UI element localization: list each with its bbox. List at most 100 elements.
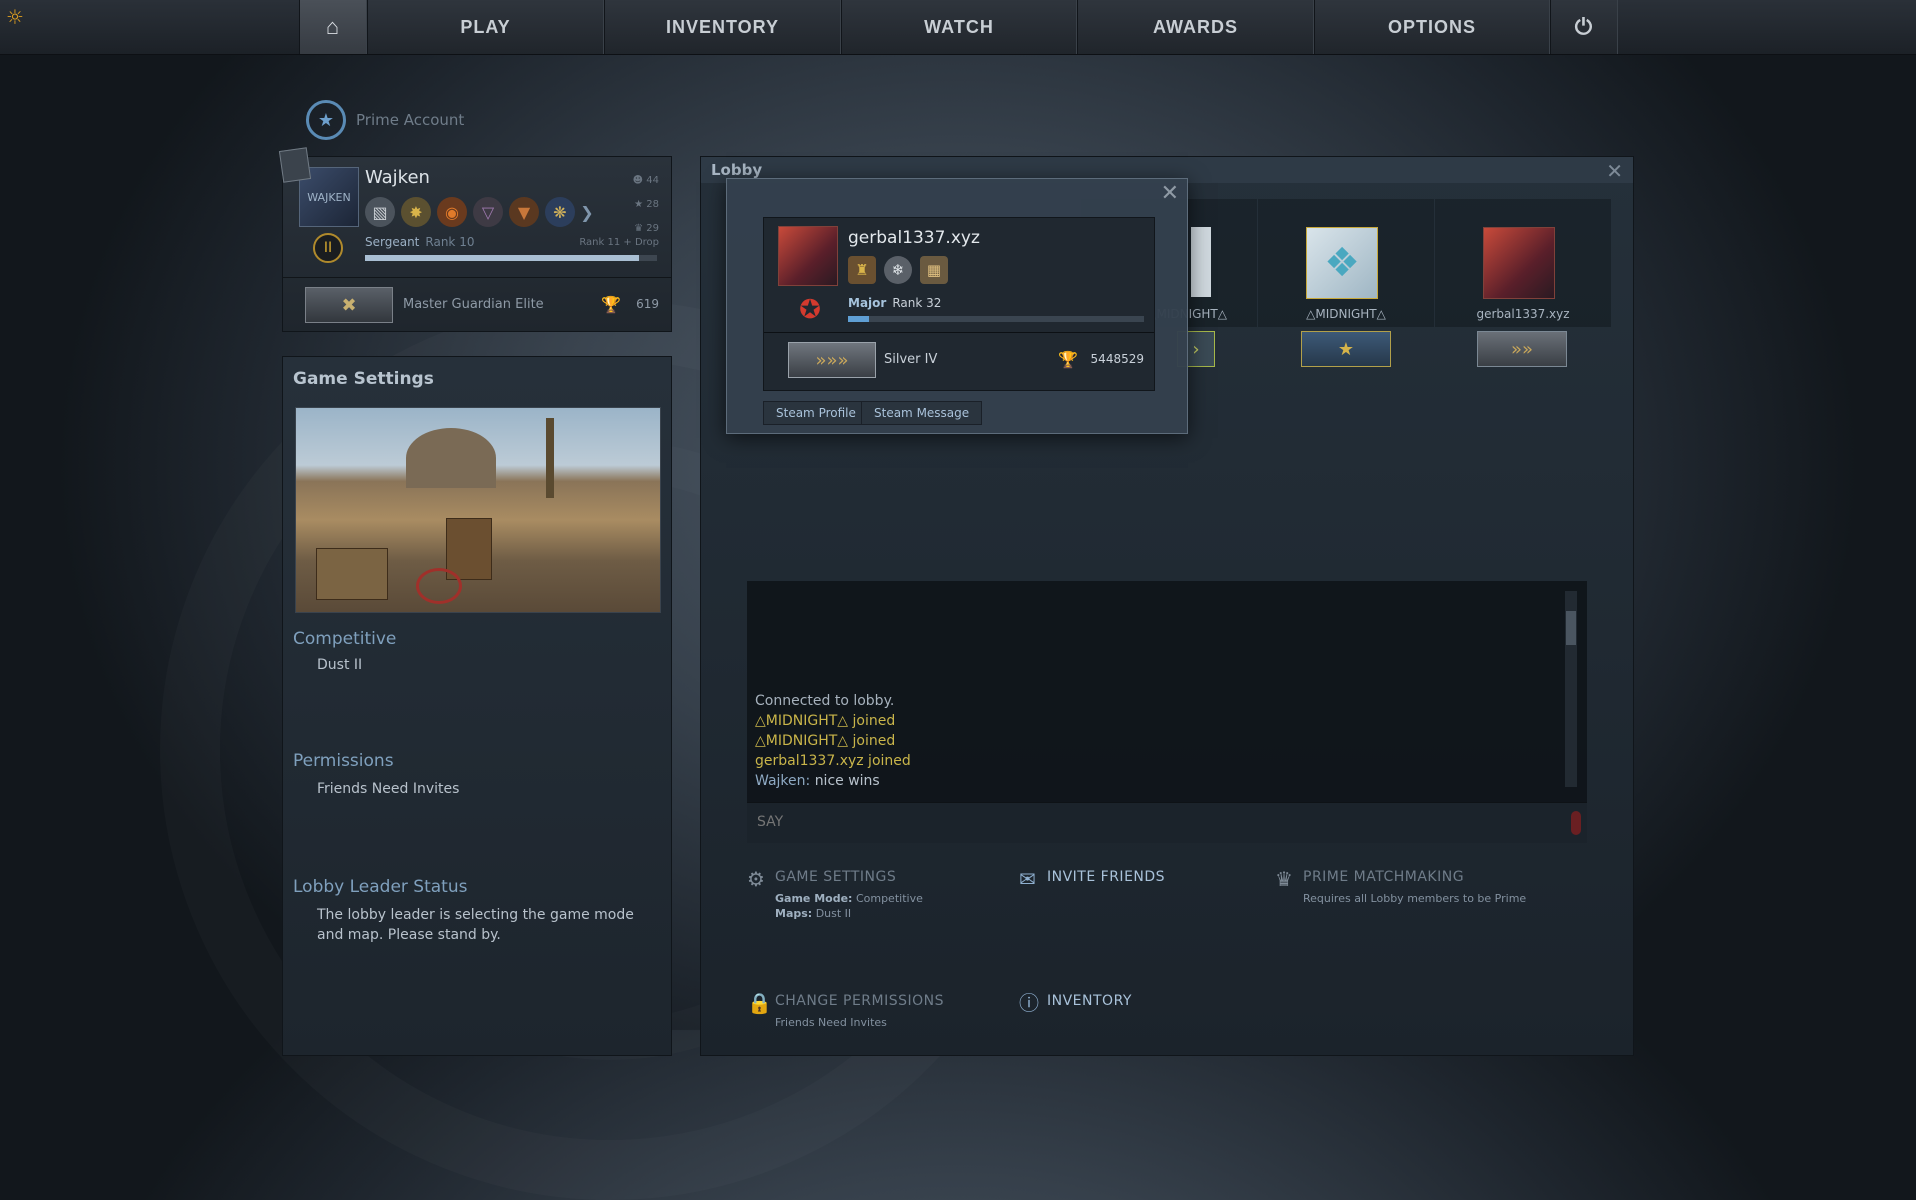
chevron-right-icon[interactable]: ❯	[580, 197, 593, 227]
map-palm-shape	[546, 418, 554, 498]
map-dome-shape	[406, 428, 496, 488]
stat-value: 44	[646, 175, 659, 186]
chat-scroll-thumb[interactable]	[1566, 611, 1576, 645]
xp-progress-bar	[848, 316, 1144, 322]
csgo-logo-icon[interactable]: ☼	[6, 6, 28, 28]
rank-level: Rank 32	[892, 296, 942, 310]
medal-coin-icon[interactable]: ❄	[884, 256, 912, 284]
say-input[interactable]	[755, 813, 1539, 831]
mode-value: Competitive	[855, 892, 923, 905]
info-icon: ⓘ	[1019, 991, 1039, 1015]
sergeant-rank-icon: II	[313, 233, 343, 263]
player-slot-name: gerbal1337.xyz	[1476, 307, 1570, 321]
envelope-icon: ✉	[1019, 867, 1036, 891]
chat-line: gerbal1337.xyz joined	[755, 753, 911, 769]
medal-map-icon[interactable]: ▦	[920, 256, 948, 284]
chat-line: Connected to lobby.	[755, 693, 895, 709]
invite-friends-button[interactable]: ✉ INVITE FRIENDS	[1019, 869, 1165, 889]
maps-label: Maps:	[775, 907, 813, 920]
game-settings-action[interactable]: ⚙ GAME SETTINGS Game Mode: Competitive M…	[747, 869, 923, 921]
trophy-icon: 🏆	[1058, 350, 1078, 369]
mode-label: Game Mode:	[775, 892, 853, 905]
close-icon[interactable]: ✕	[1161, 181, 1179, 206]
popup-rank-label: Major Rank 32	[848, 296, 941, 310]
chat-author: Wajken:	[755, 773, 811, 789]
nav-watch[interactable]: WATCH	[841, 0, 1077, 54]
rank-level: Rank 10	[425, 235, 475, 249]
divider	[764, 332, 1154, 333]
medal-operation-icon[interactable]: ♜	[848, 256, 876, 284]
xp-progress-fill	[848, 316, 869, 322]
action-label: GAME SETTINGS	[775, 869, 897, 885]
mic-icon[interactable]	[1571, 811, 1581, 835]
skill-group-badge-icon: ★	[1301, 331, 1391, 367]
xp-progress-bar	[365, 255, 657, 261]
skill-group-badge-icon: »»»	[788, 342, 876, 378]
game-settings-title: Game Settings	[293, 369, 434, 389]
skill-group-badge-icon: ✖	[305, 287, 393, 323]
nav-awards[interactable]: AWARDS	[1077, 0, 1314, 54]
rank-title: Major	[848, 296, 887, 310]
xp-progress-fill	[365, 255, 640, 261]
medal-triangle-icon[interactable]: ▽	[473, 197, 503, 227]
medal-coin-icon[interactable]: ▧	[365, 197, 395, 227]
player-profile-popup: ✕ gerbal1337.xyz ♜ ❄ ▦ ✪ Major Rank 32 »»…	[726, 178, 1188, 434]
close-icon[interactable]: ✕	[1606, 159, 1623, 183]
popup-player-name: gerbal1337.xyz	[848, 228, 980, 248]
inventory-button[interactable]: ⓘ INVENTORY	[1019, 993, 1132, 1013]
rank-drop: Rank 11 + Drop	[579, 237, 659, 248]
permissions-heading: Permissions	[293, 751, 394, 771]
stat-value: 28	[646, 199, 659, 210]
chat-message: nice wins	[814, 773, 880, 789]
say-bar	[747, 802, 1587, 843]
steam-message-button[interactable]: Steam Message	[861, 401, 983, 425]
lobby-chat: Connected to lobby. △MIDNIGHT△ joined △M…	[747, 581, 1587, 843]
home-icon[interactable]: ⌂	[299, 0, 367, 54]
popup-player-card: gerbal1337.xyz ♜ ❄ ▦ ✪ Major Rank 32 »»» …	[763, 217, 1155, 391]
nav-play[interactable]: PLAY	[367, 0, 604, 54]
profile-card[interactable]: WAJKEN Wajken ▧ ✸ ◉ ▽ ▼ ❋ ❯ ☻ 44 ★ 28 ♛ …	[278, 147, 672, 332]
avatar[interactable]: ❖	[1306, 227, 1378, 299]
action-sub: Requires all Lobby members to be Prime	[1303, 892, 1527, 905]
map-crate-shape	[316, 548, 388, 600]
player-slot[interactable]: gerbal1337.xyz	[1435, 199, 1611, 327]
chat-scrollbar[interactable]	[1565, 591, 1577, 787]
skill-group-name: Master Guardian Elite	[403, 297, 544, 312]
leader-status-heading: Lobby Leader Status	[293, 877, 468, 897]
prime-shield-icon: ★	[306, 100, 346, 140]
player-slot-name: △MIDNIGHT△	[1306, 307, 1386, 321]
chat-line: Wajken: nice wins	[755, 771, 911, 791]
avatar[interactable]	[778, 226, 838, 286]
steam-profile-button[interactable]: Steam Profile	[763, 401, 869, 425]
nav-inventory[interactable]: INVENTORY	[604, 0, 841, 54]
medal-operation-icon[interactable]: ◉	[437, 197, 467, 227]
chat-line: △MIDNIGHT△ joined	[755, 713, 896, 729]
profile-name: Wajken	[365, 167, 430, 188]
skill-group-name: Silver IV	[884, 352, 938, 367]
maps-value: Dust II	[815, 907, 852, 920]
map-thumbnail	[295, 407, 661, 613]
power-icon[interactable]: ⏻	[1550, 0, 1618, 54]
change-permissions-action[interactable]: 🔒 CHANGE PERMISSIONS Friends Need Invite…	[747, 993, 944, 1030]
skill-group-badge-icon: »»	[1477, 331, 1567, 367]
prime-matchmaking-action[interactable]: ♛ PRIME MATCHMAKING Requires all Lobby m…	[1275, 869, 1526, 906]
avatar[interactable]	[1191, 227, 1211, 297]
action-label: CHANGE PERMISSIONS	[775, 993, 945, 1009]
lobby-title: Lobby	[711, 161, 763, 179]
action-label: PRIME MATCHMAKING	[1303, 869, 1465, 885]
medal-compass-icon[interactable]: ❋	[545, 197, 575, 227]
popup-medal-row: ♜ ❄ ▦	[848, 256, 948, 284]
mode-heading: Competitive	[293, 629, 397, 649]
game-settings-panel: Game Settings Competitive Dust II Permis…	[282, 356, 672, 1056]
action-sub: Friends Need Invites	[775, 1016, 887, 1029]
nav-options[interactable]: OPTIONS	[1314, 0, 1550, 54]
competitive-wins: 619	[636, 297, 659, 311]
player-slot[interactable]: ❖ △MIDNIGHT△	[1258, 199, 1434, 327]
medal-star-icon[interactable]: ✸	[401, 197, 431, 227]
leader-status-text: The lobby leader is selecting the game m…	[317, 907, 634, 943]
action-sub: Game Mode: Competitive Maps: Dust II	[775, 891, 923, 921]
stat-value: 29	[646, 223, 659, 234]
medal-shield-icon[interactable]: ▼	[509, 197, 539, 227]
competitive-wins: 5448529	[1090, 352, 1144, 366]
avatar[interactable]	[1483, 227, 1555, 299]
